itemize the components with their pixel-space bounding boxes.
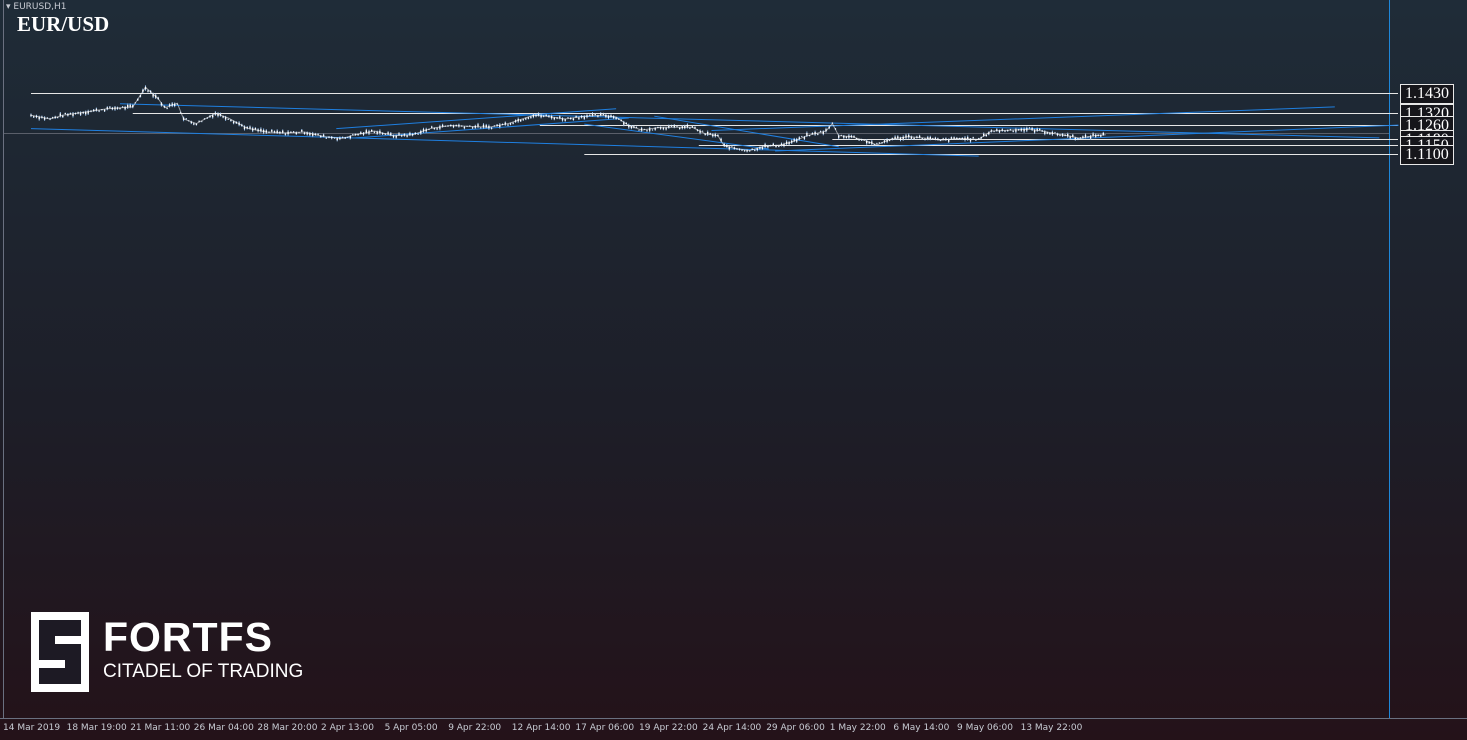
time-tick-0: 14 Mar 2019 — [3, 723, 61, 733]
time-tick-15: 9 May 06:00 — [957, 723, 1013, 733]
time-tick-16: 13 May 22:00 — [1020, 723, 1083, 733]
time-tick-6: 5 Apr 05:00 — [384, 723, 438, 733]
time-tick-14: 6 May 14:00 — [893, 723, 950, 733]
timeframe-text: EURUSD,H1 — [13, 2, 67, 12]
time-tick-13: 1 May 22:00 — [829, 723, 886, 733]
time-tick-5: 2 Apr 13:00 — [321, 723, 374, 733]
time-tick-10: 19 Apr 22:00 — [639, 723, 698, 733]
time-tick-12: 29 Apr 06:00 — [766, 723, 825, 733]
price-label-5: 1.1100 — [1400, 144, 1454, 165]
brand-tagline: CITADEL OF TRADING — [103, 661, 304, 682]
symbol-title: EUR/USD — [17, 12, 110, 36]
fortfs-logo-icon — [31, 612, 89, 692]
time-tick-4: 28 Mar 20:00 — [257, 723, 318, 733]
timeframe-label[interactable]: ▾ EURUSD,H1 — [6, 2, 67, 12]
time-tick-7: 9 Apr 22:00 — [448, 723, 502, 733]
time-tick-1: 18 Mar 19:00 — [66, 723, 127, 733]
time-tick-11: 24 Apr 14:00 — [702, 723, 762, 733]
time-tick-8: 12 Apr 14:00 — [511, 723, 571, 733]
brand-name: FORTFS — [103, 614, 273, 660]
time-tick-3: 26 Mar 04:00 — [193, 723, 254, 733]
price-label-0: 1.1430 — [1400, 83, 1454, 104]
time-tick-2: 21 Mar 11:00 — [130, 723, 191, 733]
time-tick-9: 17 Apr 06:00 — [575, 723, 635, 733]
